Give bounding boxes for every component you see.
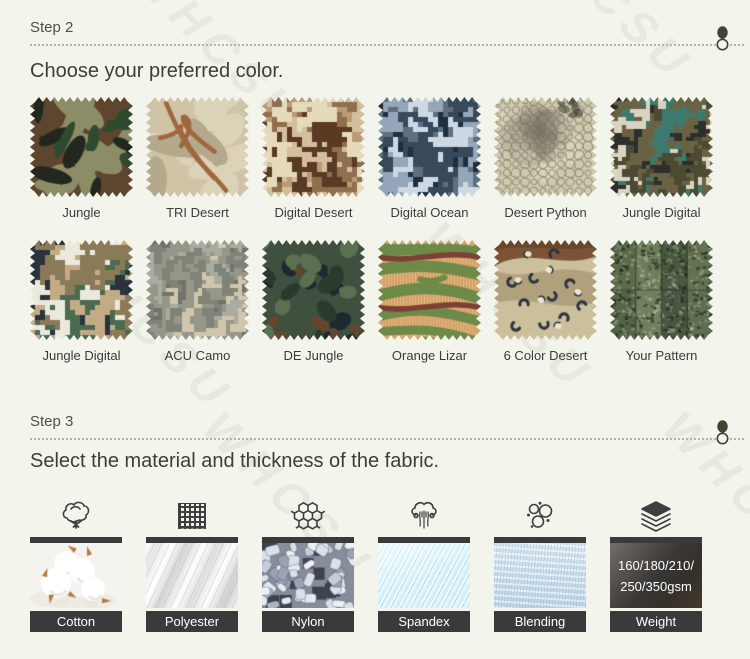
swatch-label: Jungle xyxy=(30,205,133,221)
fabric-swatch-acu-camo[interactable]: ACU Camo xyxy=(146,240,249,364)
swatch-label: TRI Desert xyxy=(146,205,249,221)
step-pin-icon xyxy=(715,420,730,446)
material-label: Polyester xyxy=(146,611,238,632)
camo-swatch-image xyxy=(262,240,365,340)
swatch-label: Desert Python xyxy=(494,205,597,221)
product-customization-page: WHCSU WHCSU WHCSU WHCSU WHCSU WHCSU Step… xyxy=(0,0,750,659)
cotton-boll-icon xyxy=(30,499,122,533)
stretch-fiber-icon xyxy=(378,499,470,533)
fabric-swatch-6-color-desert[interactable]: 6 Color Desert xyxy=(494,240,597,364)
swatch-label: DE Jungle xyxy=(262,348,365,364)
fabric-swatch-desert-python[interactable]: Desert Python xyxy=(494,97,597,221)
material-card-blending[interactable]: Blending xyxy=(494,499,586,632)
swatch-row-2: Jungle Digital ACU Camo DE Jungle Orange… xyxy=(30,240,720,364)
camo-swatch-image xyxy=(610,240,713,340)
camo-swatch-image xyxy=(146,97,249,197)
fabric-swatch-digital-ocean[interactable]: Digital Ocean xyxy=(378,97,481,221)
fabric-swatch-digital-desert[interactable]: Digital Desert xyxy=(262,97,365,221)
polymer-hexagon-icon xyxy=(262,499,354,533)
material-label: Cotton xyxy=(30,611,122,632)
swatch-label: Orange Lizar xyxy=(378,348,481,364)
swatch-row-1: Jungle TRI Desert Digital Desert Digital… xyxy=(30,97,720,221)
weight-range-line1: 160/180/210/ xyxy=(618,555,694,576)
material-card-polyester[interactable]: Polyester xyxy=(146,499,238,632)
swatch-label: 6 Color Desert xyxy=(494,348,597,364)
swatch-label: ACU Camo xyxy=(146,348,249,364)
step3-heading: Select the material and thickness of the… xyxy=(30,450,720,473)
step2-header: Step 2 xyxy=(30,16,744,46)
material-label: Nylon xyxy=(262,611,354,632)
camo-swatch-image xyxy=(146,240,249,340)
fabric-swatch-tri-desert[interactable]: TRI Desert xyxy=(146,97,249,221)
step2-heading: Choose your preferred color. xyxy=(30,60,720,83)
camo-swatch-image xyxy=(378,97,481,197)
step3-header: Step 3 xyxy=(30,410,744,440)
fabric-swatch-jungle-digital[interactable]: Jungle Digital xyxy=(610,97,713,221)
blending-photo xyxy=(494,543,586,608)
swatch-label: Jungle Digital xyxy=(610,205,713,221)
camo-swatch-image xyxy=(30,97,133,197)
stacked-layers-icon xyxy=(610,499,702,533)
step-pin-icon xyxy=(715,26,730,52)
camo-swatch-image xyxy=(494,97,597,197)
camo-swatch-image xyxy=(262,97,365,197)
weight-range-line2: 250/350gsm xyxy=(620,576,692,597)
camo-swatch-image xyxy=(610,97,713,197)
step3-label: Step 3 xyxy=(30,413,73,430)
swatch-label: Your Pattern xyxy=(610,348,713,364)
fabric-swatch-jungle-digital-2[interactable]: Jungle Digital xyxy=(30,240,133,364)
fiber-blend-bubbles-icon xyxy=(494,499,586,533)
material-row: Cotton Polyester Nylon xyxy=(30,499,720,632)
weight-photo: 160/180/210/ 250/350gsm xyxy=(610,543,702,608)
material-card-cotton[interactable]: Cotton xyxy=(30,499,122,632)
material-label: Spandex xyxy=(378,611,470,632)
fabric-swatch-your-pattern[interactable]: Your Pattern xyxy=(610,240,713,364)
woven-fabric-icon xyxy=(146,499,238,533)
polyester-photo xyxy=(146,543,238,608)
material-card-nylon[interactable]: Nylon xyxy=(262,499,354,632)
material-label: Weight xyxy=(610,611,702,632)
fabric-swatch-de-jungle[interactable]: DE Jungle xyxy=(262,240,365,364)
cotton-photo xyxy=(30,543,122,608)
material-card-weight[interactable]: 160/180/210/ 250/350gsm Weight xyxy=(610,499,702,632)
nylon-photo xyxy=(262,543,354,608)
step2-label: Step 2 xyxy=(30,19,73,36)
camo-swatch-image xyxy=(30,240,133,340)
camo-swatch-image xyxy=(494,240,597,340)
spandex-photo xyxy=(378,543,470,608)
fabric-swatch-orange-lizar[interactable]: Orange Lizar xyxy=(378,240,481,364)
fabric-swatch-jungle[interactable]: Jungle xyxy=(30,97,133,221)
camo-swatch-image xyxy=(378,240,481,340)
material-card-spandex[interactable]: Spandex xyxy=(378,499,470,632)
swatch-label: Digital Ocean xyxy=(378,205,481,221)
swatch-label: Digital Desert xyxy=(262,205,365,221)
material-label: Blending xyxy=(494,611,586,632)
swatch-label: Jungle Digital xyxy=(30,348,133,364)
